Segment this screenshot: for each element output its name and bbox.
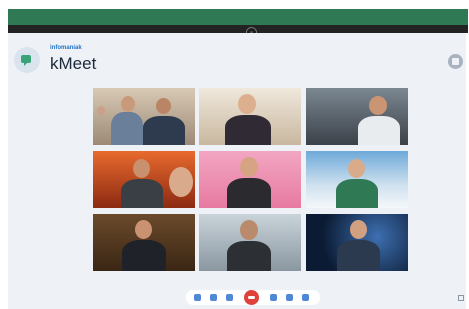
kmeet-logo-icon: [14, 47, 40, 73]
call-controls-bar: [186, 290, 320, 305]
end-call-button[interactable]: [244, 290, 259, 305]
video-tile-9[interactable]: [306, 214, 408, 271]
app-title: kMeet: [50, 54, 97, 73]
hand-icon[interactable]: [286, 294, 293, 301]
screen-share-icon[interactable]: [226, 294, 233, 301]
brand-subtitle: infomaniak: [50, 45, 82, 51]
microphone-icon[interactable]: [194, 294, 201, 301]
video-tile-4[interactable]: [93, 151, 195, 208]
window-top-bar: [8, 9, 468, 25]
settings-icon[interactable]: [458, 295, 464, 301]
video-tile-3[interactable]: [306, 88, 408, 145]
side-panel-button[interactable]: [448, 54, 463, 69]
video-tile-1[interactable]: [93, 88, 195, 145]
screen-bezel: [8, 25, 468, 33]
camera-icon[interactable]: [210, 294, 217, 301]
video-tile-7[interactable]: [93, 214, 195, 271]
video-tile-2[interactable]: [199, 88, 301, 145]
video-tile-6[interactable]: [306, 151, 408, 208]
video-tile-5[interactable]: [199, 151, 301, 208]
lock-icon[interactable]: [302, 294, 309, 301]
share-icon[interactable]: [270, 294, 277, 301]
video-tile-8[interactable]: [199, 214, 301, 271]
